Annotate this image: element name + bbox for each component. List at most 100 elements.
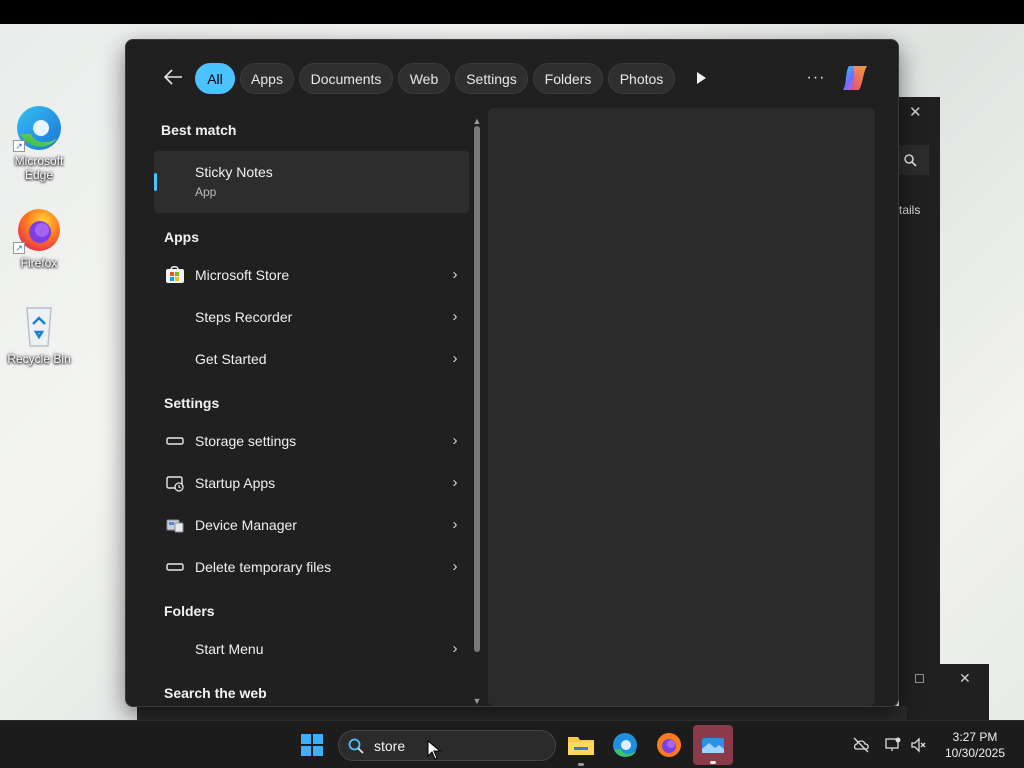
folder-icon (568, 737, 594, 755)
result-label: Get Started (195, 351, 267, 367)
chevron-right-icon[interactable]: › (449, 431, 461, 451)
device-manager-icon (165, 516, 185, 534)
firefox-icon (657, 733, 681, 757)
blank-icon (165, 640, 185, 658)
search-input[interactable] (374, 736, 544, 756)
result-device-manager[interactable]: Device Manager › (154, 505, 469, 545)
photos-app-icon (702, 738, 724, 753)
blank-icon (165, 350, 185, 368)
result-storage-settings[interactable]: Storage settings › (154, 421, 469, 461)
filter-bar: All Apps Documents Web Settings Folders … (126, 40, 898, 116)
close-icon[interactable]: ✕ (959, 670, 971, 687)
volume-muted-icon[interactable] (910, 736, 928, 754)
search-button[interactable] (899, 145, 929, 175)
chevron-right-icon[interactable]: › (449, 265, 461, 285)
partial-label: tails (899, 203, 921, 217)
chevron-right-icon[interactable]: › (449, 349, 461, 369)
desktop-icon-label: Recycle Bin (7, 352, 71, 366)
taskbar-file-explorer[interactable] (565, 729, 597, 766)
blank-icon (165, 308, 185, 326)
filter-settings[interactable]: Settings (455, 63, 528, 94)
filter-web[interactable]: Web (398, 63, 450, 94)
more-options-button[interactable]: ··· (803, 66, 829, 90)
result-get-started[interactable]: Get Started › (154, 339, 469, 379)
chevron-right-icon[interactable]: › (449, 307, 461, 327)
filter-documents[interactable]: Documents (299, 63, 393, 94)
chevron-right-icon[interactable]: › (449, 473, 461, 493)
play-icon (697, 72, 706, 84)
background-window-edge (137, 706, 907, 720)
clock-date: 10/30/2025 (944, 746, 1006, 760)
edge-icon (613, 733, 637, 757)
clock-time: 3:27 PM (952, 730, 998, 744)
result-start-menu[interactable]: Start Menu › (154, 629, 469, 669)
chevron-right-icon[interactable]: › (449, 557, 461, 577)
selection-accent (154, 173, 157, 191)
desktop-icon-edge[interactable]: ↗ Microsoft Edge (1, 104, 77, 182)
more-filters-button[interactable] (694, 71, 708, 85)
taskbar-edge[interactable] (609, 729, 641, 761)
system-clock[interactable]: 3:27 PM 10/30/2025 (940, 729, 1010, 761)
storage-icon (165, 432, 185, 450)
shortcut-arrow-icon: ↗ (13, 242, 25, 254)
result-label: Startup Apps (195, 475, 276, 491)
result-delete-temporary-files[interactable]: Delete temporary files › (154, 547, 469, 587)
recycle-bin-icon (15, 302, 63, 350)
cloud-offline-icon[interactable] (852, 736, 870, 754)
scroll-down-icon[interactable]: ▼ (471, 696, 483, 706)
scroll-up-icon[interactable]: ▲ (471, 116, 483, 126)
firefox-icon: ↗ (13, 206, 63, 254)
section-header-settings: Settings (164, 395, 220, 411)
desktop-icon-label: Microsoft Edge (14, 154, 64, 182)
results-scrollbar[interactable]: ▲ ▼ (471, 116, 483, 706)
edge-icon: ↗ (13, 104, 63, 152)
store-icon (165, 266, 185, 284)
arrow-left-icon (163, 69, 182, 85)
windows-logo-icon (301, 734, 323, 756)
mouse-cursor-icon (427, 739, 442, 760)
filter-all[interactable]: All (195, 63, 235, 94)
best-match-result[interactable]: Sticky Notes App (154, 151, 469, 213)
scroll-thumb[interactable] (474, 126, 480, 652)
results-list: Best match Sticky Notes App Apps Microso… (154, 116, 469, 706)
taskbar-firefox[interactable] (653, 729, 685, 761)
preview-pane (488, 108, 875, 706)
shortcut-arrow-icon: ↗ (13, 140, 25, 152)
close-icon[interactable]: ✕ (909, 103, 922, 121)
maximize-icon[interactable]: ☐ (914, 672, 925, 686)
section-header-apps: Apps (164, 229, 199, 245)
chevron-right-icon[interactable]: › (449, 515, 461, 535)
back-button[interactable] (160, 67, 186, 91)
running-indicator (710, 761, 716, 764)
result-steps-recorder[interactable]: Steps Recorder › (154, 297, 469, 337)
desktop-icon-recycle-bin[interactable]: Recycle Bin (1, 302, 77, 366)
result-startup-apps[interactable]: Startup Apps › (154, 463, 469, 503)
taskbar: 3:27 PM 10/30/2025 (0, 720, 1024, 768)
top-black-strip (0, 0, 1024, 24)
section-header-search-web: Search the web (164, 685, 267, 701)
taskbar-active-app[interactable] (693, 725, 733, 765)
filter-photos[interactable]: Photos (608, 63, 675, 94)
result-label: Delete temporary files (195, 559, 332, 575)
desktop-icon-firefox[interactable]: ↗ Firefox (1, 206, 77, 270)
startup-apps-icon (165, 474, 185, 492)
result-label: Storage settings (195, 433, 297, 449)
result-microsoft-store[interactable]: Microsoft Store › (154, 255, 469, 295)
filter-folders[interactable]: Folders (533, 63, 603, 94)
taskbar-search-box[interactable] (338, 730, 556, 761)
background-window-2: ☐ ✕ (899, 664, 989, 720)
result-label: Device Manager (195, 517, 297, 533)
running-indicator (578, 763, 584, 766)
result-label: Microsoft Store (195, 267, 290, 283)
best-match-title: Sticky Notes (195, 164, 273, 180)
filter-apps[interactable]: Apps (240, 63, 294, 94)
start-button[interactable] (296, 729, 328, 761)
network-icon[interactable] (884, 736, 902, 754)
chevron-right-icon[interactable]: › (449, 639, 461, 659)
result-label: Start Menu (195, 641, 264, 657)
search-icon (904, 154, 917, 167)
search-icon (347, 737, 365, 755)
copilot-icon[interactable] (839, 62, 871, 94)
best-match-subtitle: App (195, 185, 217, 199)
result-label: Steps Recorder (195, 309, 293, 325)
